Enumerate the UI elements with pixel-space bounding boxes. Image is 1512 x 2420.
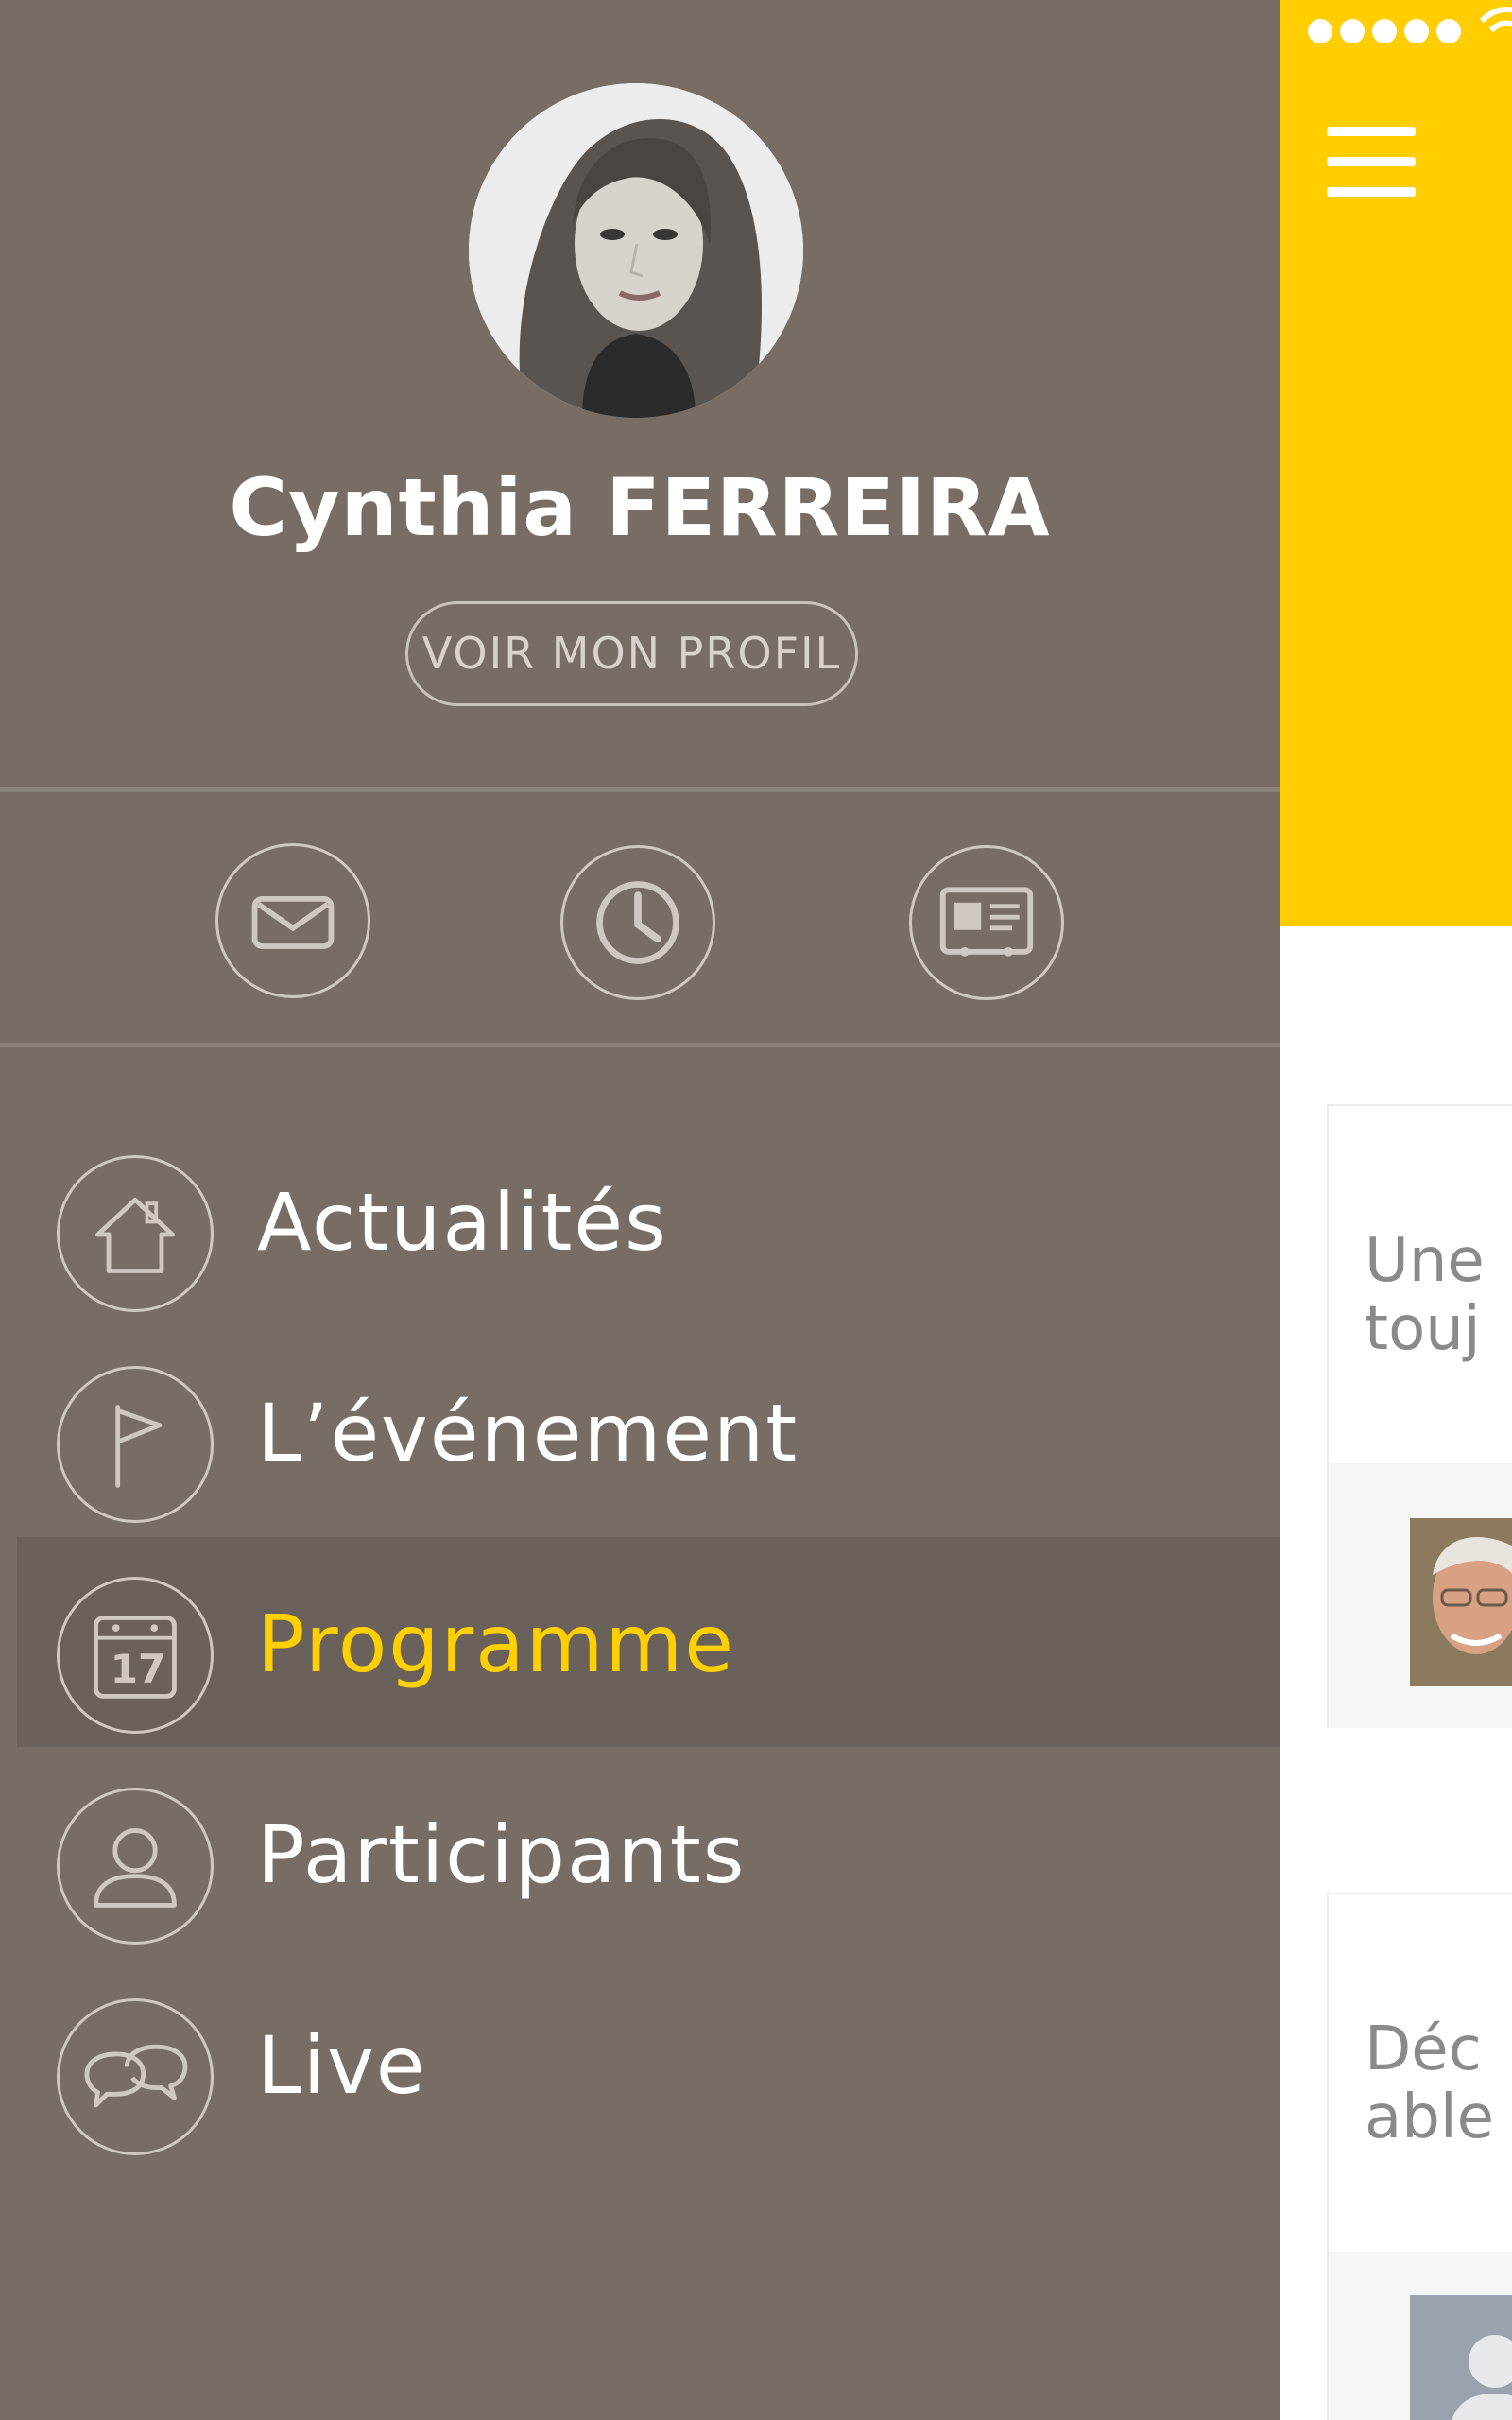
envelope-icon bbox=[251, 895, 335, 949]
wifi-icon bbox=[1479, 7, 1512, 33]
person-icon bbox=[57, 1788, 214, 1945]
menu-label-evenement: L’événement bbox=[257, 1387, 799, 1479]
card-footer bbox=[1329, 2252, 1512, 2420]
divider-bottom bbox=[0, 1043, 1280, 1047]
menu-item-live[interactable]: Live bbox=[0, 1959, 1280, 2169]
id-card-icon bbox=[939, 887, 1034, 957]
card-text-line1: Une bbox=[1365, 1226, 1485, 1296]
main-content: Une touj Déc able bbox=[1280, 0, 1512, 2420]
hamburger-menu-icon[interactable] bbox=[1327, 123, 1416, 202]
signal-strength-icon bbox=[1308, 19, 1461, 43]
chat-bubbles-icon bbox=[57, 1998, 214, 2155]
house-icon bbox=[57, 1155, 214, 1312]
menu-item-programme[interactable]: 17 Programme bbox=[17, 1537, 1280, 1747]
messages-button[interactable] bbox=[215, 843, 370, 998]
menu-label-programme: Programme bbox=[257, 1598, 735, 1690]
menu-label-live: Live bbox=[257, 2019, 427, 2112]
calendar-icon: 17 bbox=[57, 1577, 214, 1734]
view-profile-button[interactable]: VOIR MON PROFIL bbox=[405, 601, 858, 706]
news-card[interactable]: Déc able bbox=[1327, 1893, 1512, 2420]
menu-item-actualites[interactable]: Actualités bbox=[0, 1115, 1280, 1325]
card-text-line1: Déc bbox=[1365, 2014, 1482, 2084]
divider-top bbox=[0, 787, 1280, 792]
flag-icon bbox=[57, 1366, 214, 1523]
clock-icon bbox=[596, 881, 679, 964]
card-author-photo-placeholder bbox=[1410, 2295, 1512, 2420]
card-footer bbox=[1329, 1463, 1512, 1728]
navigation-drawer: Cynthia FERREIRA VOIR MON PROFIL Actuali… bbox=[0, 0, 1280, 2420]
menu-label-participants: Participants bbox=[257, 1808, 747, 1901]
user-name: Cynthia FERREIRA bbox=[229, 461, 1051, 554]
card-text-line2: touj bbox=[1365, 1294, 1481, 1364]
menu-item-evenement[interactable]: L’événement bbox=[0, 1326, 1280, 1536]
card-text-line2: able bbox=[1365, 2083, 1494, 2152]
history-button[interactable] bbox=[560, 845, 715, 1000]
menu-label-actualites: Actualités bbox=[257, 1176, 668, 1269]
avatar[interactable] bbox=[469, 83, 803, 418]
card-author-photo bbox=[1410, 1518, 1512, 1686]
avatar-photo bbox=[469, 83, 803, 418]
news-card[interactable]: Une touj bbox=[1327, 1104, 1512, 1728]
badge-button[interactable] bbox=[909, 845, 1064, 1000]
menu-item-participants[interactable]: Participants bbox=[0, 1748, 1280, 1958]
calendar-day: 17 bbox=[110, 1646, 166, 1692]
header-bar bbox=[1280, 0, 1512, 926]
